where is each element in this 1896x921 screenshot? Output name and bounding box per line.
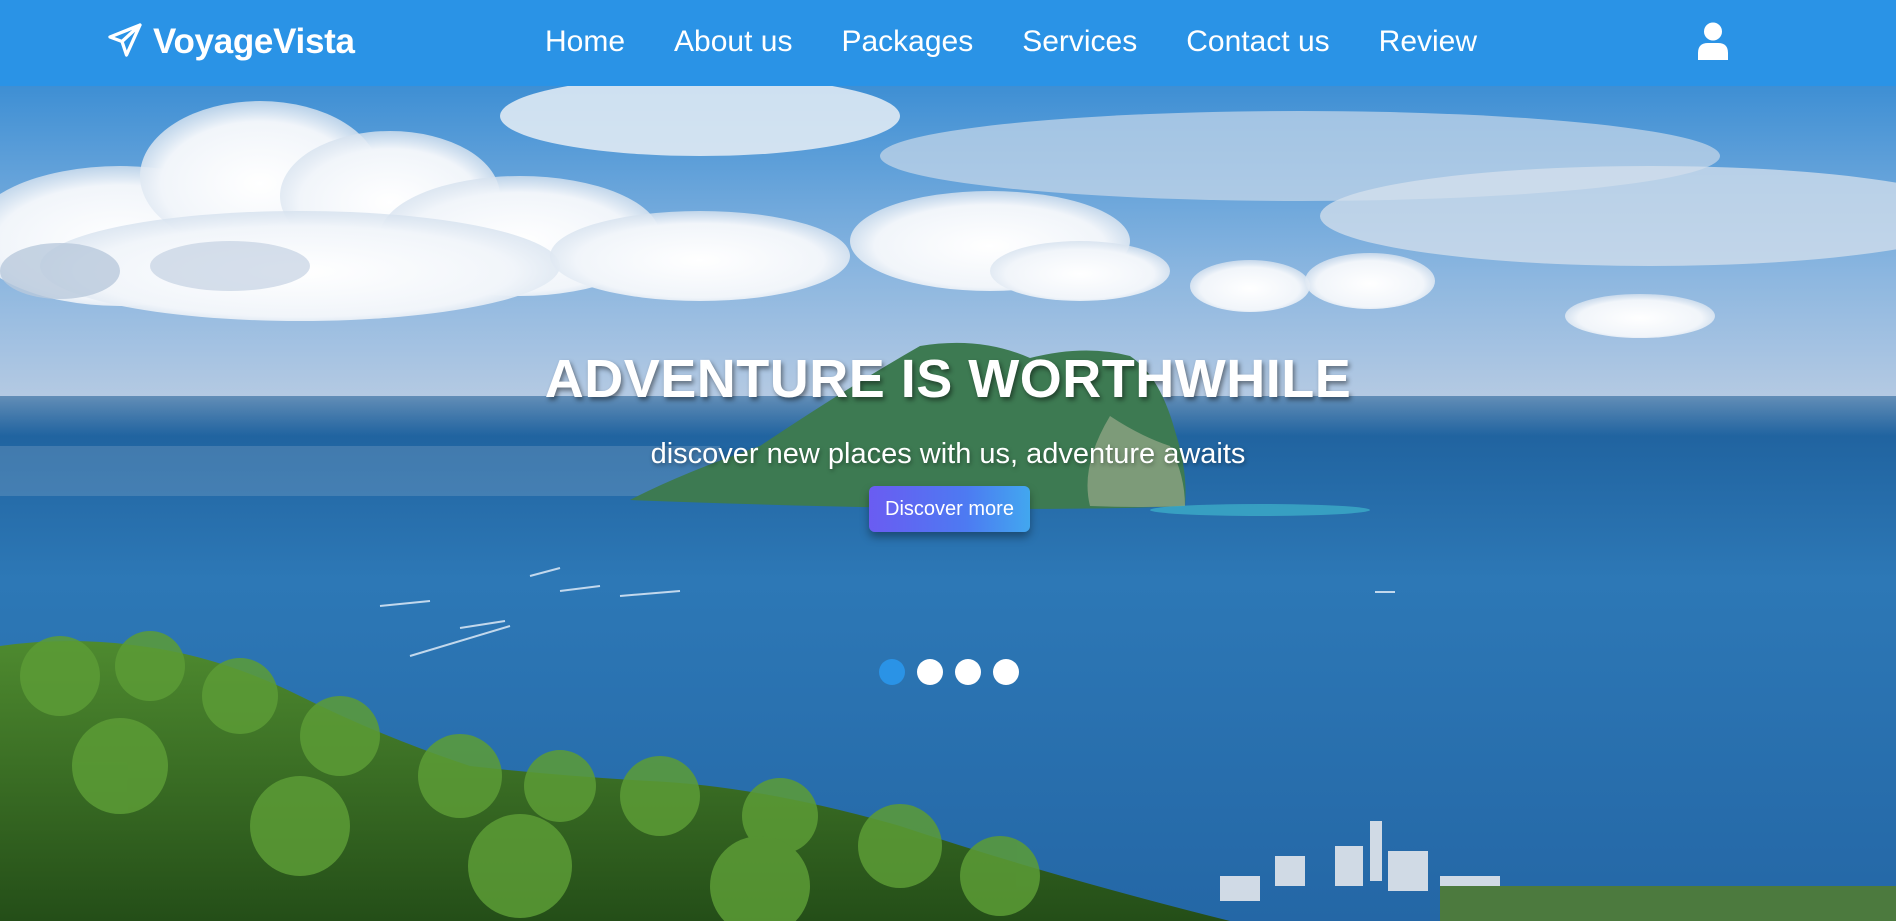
carousel-dot[interactable] xyxy=(917,659,943,685)
paper-plane-icon xyxy=(107,22,143,63)
hero-content: ADVENTURE IS WORTHWHILE discover new pla… xyxy=(0,86,1896,921)
discover-more-button[interactable]: Discover more xyxy=(869,486,1030,532)
nav-link-home[interactable]: Home xyxy=(545,25,625,59)
user-icon xyxy=(1698,22,1728,60)
carousel-dot[interactable] xyxy=(955,659,981,685)
carousel-dots xyxy=(879,659,1019,685)
carousel-dot[interactable] xyxy=(879,659,905,685)
brand-logo[interactable]: VoyageVista xyxy=(107,20,355,64)
hero-carousel: ADVENTURE IS WORTHWHILE discover new pla… xyxy=(0,86,1896,921)
hero-title: ADVENTURE IS WORTHWHILE xyxy=(544,349,1352,409)
hero-subtitle: discover new places with us, adventure a… xyxy=(650,438,1246,470)
carousel-dot[interactable] xyxy=(993,659,1019,685)
nav-link-services[interactable]: Services xyxy=(1022,25,1137,59)
nav-link-contact-us[interactable]: Contact us xyxy=(1186,25,1329,59)
nav-link-review[interactable]: Review xyxy=(1379,25,1477,59)
nav-link-about-us[interactable]: About us xyxy=(674,25,792,59)
nav-link-packages[interactable]: Packages xyxy=(841,25,973,59)
navbar: VoyageVista Home About us Packages Servi… xyxy=(0,0,1896,86)
main-nav: Home About us Packages Services Contact … xyxy=(545,22,1477,62)
user-account-button[interactable] xyxy=(1697,22,1729,60)
brand-name: VoyageVista xyxy=(153,22,355,61)
